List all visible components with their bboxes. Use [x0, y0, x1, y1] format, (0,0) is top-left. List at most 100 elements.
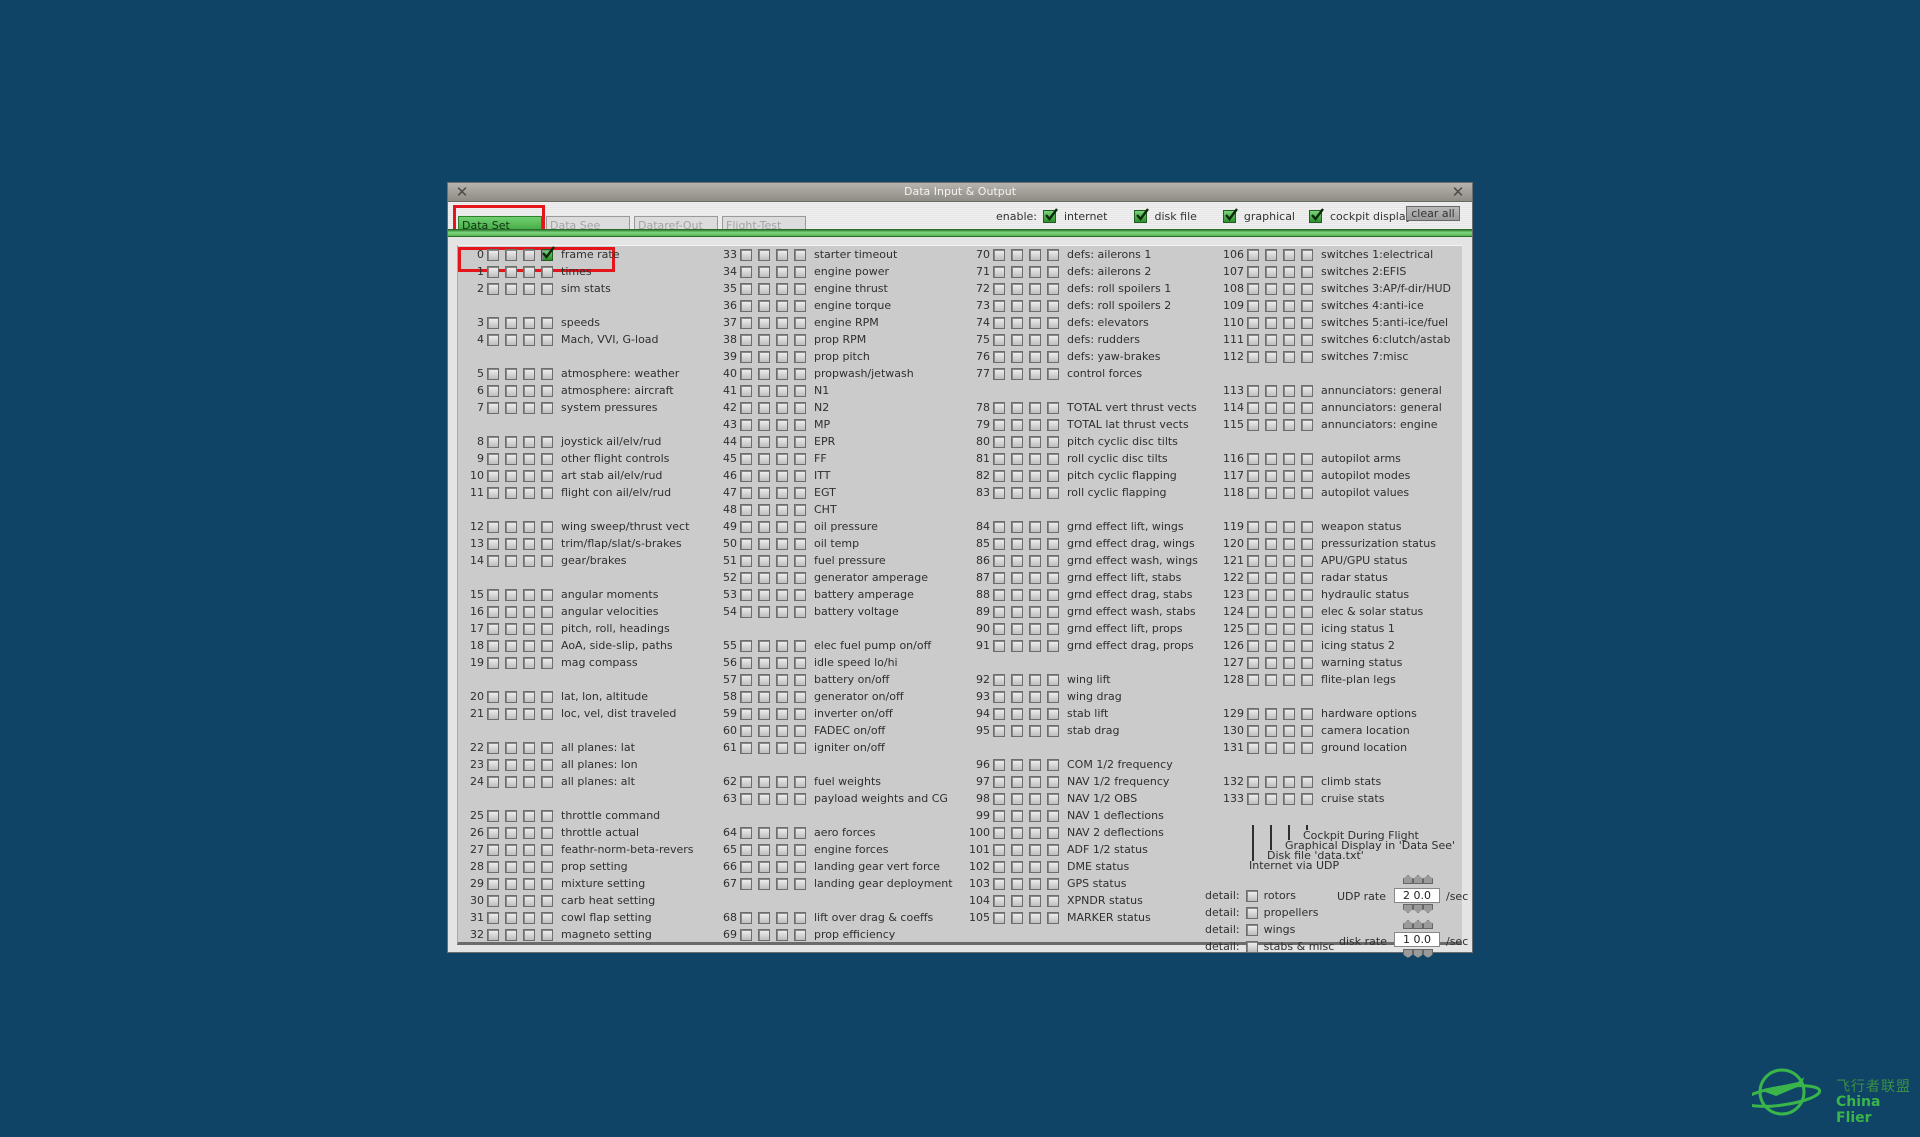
internet-udp-checkbox[interactable] [993, 452, 1005, 465]
internet-udp-checkbox[interactable] [1247, 333, 1259, 346]
disk-file-checkbox[interactable] [1265, 452, 1277, 465]
cockpit-checkbox[interactable] [541, 316, 553, 329]
disk-file-checkbox[interactable] [1265, 282, 1277, 295]
graphical-checkbox[interactable] [1283, 741, 1295, 754]
internet-udp-checkbox[interactable] [487, 928, 499, 941]
cockpit-checkbox[interactable] [1047, 894, 1059, 907]
cockpit-checkbox[interactable] [1301, 554, 1313, 567]
internet-udp-checkbox[interactable] [993, 571, 1005, 584]
graphical-checkbox[interactable] [776, 707, 788, 720]
internet-udp-checkbox[interactable] [487, 265, 499, 278]
graphical-checkbox[interactable] [1029, 673, 1041, 686]
internet-udp-checkbox[interactable] [487, 469, 499, 482]
graphical-checkbox[interactable] [523, 758, 535, 771]
disk-file-checkbox[interactable] [1011, 673, 1023, 686]
cockpit-checkbox[interactable] [794, 333, 806, 346]
disk-file-checkbox[interactable] [1011, 282, 1023, 295]
disk-file-checkbox[interactable] [1265, 554, 1277, 567]
internet-udp-checkbox[interactable] [993, 622, 1005, 635]
graphical-checkbox[interactable] [1029, 826, 1041, 839]
cockpit-checkbox[interactable] [1301, 588, 1313, 601]
cockpit-checkbox[interactable] [794, 452, 806, 465]
internet-udp-checkbox[interactable] [993, 367, 1005, 380]
disk-file-checkbox[interactable] [1011, 452, 1023, 465]
internet-udp-checkbox[interactable] [993, 894, 1005, 907]
internet-udp-checkbox[interactable] [487, 282, 499, 295]
title-bar[interactable]: ✕ Data Input & Output ✕ [448, 183, 1472, 202]
internet-udp-checkbox[interactable] [740, 520, 752, 533]
graphical-checkbox[interactable] [776, 367, 788, 380]
disk-file-checkbox[interactable] [1265, 265, 1277, 278]
graphical-checkbox[interactable] [1029, 911, 1041, 924]
disk-file-checkbox[interactable] [758, 554, 770, 567]
graphical-checkbox[interactable] [776, 333, 788, 346]
graphical-checkbox[interactable] [1029, 248, 1041, 261]
internet-udp-checkbox[interactable] [487, 554, 499, 567]
internet-udp-checkbox[interactable] [487, 775, 499, 788]
graphical-checkbox[interactable] [1283, 554, 1295, 567]
disk-file-checkbox[interactable] [1011, 367, 1023, 380]
graphical-checkbox[interactable] [1283, 520, 1295, 533]
disk-file-checkbox[interactable] [1265, 639, 1277, 652]
disk-file-checkbox[interactable] [1011, 554, 1023, 567]
graphical-checkbox[interactable] [1283, 418, 1295, 431]
disk-file-checkbox[interactable] [505, 758, 517, 771]
internet-udp-checkbox[interactable] [740, 673, 752, 686]
internet-udp-checkbox[interactable] [993, 809, 1005, 822]
disk-file-checkbox[interactable] [1265, 486, 1277, 499]
internet-udp-checkbox[interactable] [487, 809, 499, 822]
graphical-checkbox[interactable] [776, 248, 788, 261]
cockpit-checkbox[interactable] [1047, 707, 1059, 720]
internet-udp-checkbox[interactable] [740, 384, 752, 397]
graphical-checkbox[interactable] [523, 775, 535, 788]
internet-udp-checkbox[interactable] [740, 299, 752, 312]
graphical-checkbox[interactable] [523, 928, 535, 941]
graphical-checkbox[interactable] [776, 486, 788, 499]
udp-rate-input[interactable]: 2 0.0 [1394, 888, 1440, 903]
disk-file-checkbox[interactable] [758, 639, 770, 652]
disk-file-checkbox[interactable] [1011, 826, 1023, 839]
cockpit-checkbox[interactable] [541, 639, 553, 652]
disk-file-checkbox[interactable] [1011, 333, 1023, 346]
cockpit-checkbox[interactable] [794, 605, 806, 618]
cockpit-checkbox[interactable] [1047, 520, 1059, 533]
graphical-checkbox[interactable] [776, 877, 788, 890]
graphical-checkbox[interactable] [1029, 418, 1041, 431]
cockpit-checkbox[interactable] [1047, 452, 1059, 465]
disk-file-checkbox[interactable] [1011, 299, 1023, 312]
graphical-checkbox[interactable] [776, 588, 788, 601]
cockpit-checkbox[interactable] [1301, 571, 1313, 584]
cockpit-checkbox[interactable] [1301, 333, 1313, 346]
disk-file-checkbox[interactable] [1011, 724, 1023, 737]
cockpit-checkbox[interactable] [794, 588, 806, 601]
graphical-checkbox[interactable] [776, 316, 788, 329]
internet-udp-checkbox[interactable] [740, 571, 752, 584]
disk-file-checkbox[interactable] [758, 367, 770, 380]
graphical-checkbox[interactable] [1029, 571, 1041, 584]
disk-file-checkbox[interactable] [1011, 707, 1023, 720]
cockpit-checkbox[interactable] [1301, 316, 1313, 329]
cockpit-checkbox[interactable] [1301, 248, 1313, 261]
disk-file-checkbox[interactable] [1011, 792, 1023, 805]
disk-file-checkbox[interactable] [505, 894, 517, 907]
disk-file-checkbox[interactable] [1011, 894, 1023, 907]
graphical-checkbox[interactable] [523, 588, 535, 601]
disk-file-checkbox[interactable] [1011, 401, 1023, 414]
internet-udp-checkbox[interactable] [993, 537, 1005, 550]
graphical-checkbox[interactable] [523, 367, 535, 380]
internet-udp-checkbox[interactable] [993, 435, 1005, 448]
cockpit-checkbox[interactable] [1047, 435, 1059, 448]
internet-udp-checkbox[interactable] [1247, 775, 1259, 788]
internet-udp-checkbox[interactable] [993, 333, 1005, 346]
cockpit-checkbox[interactable] [794, 792, 806, 805]
graphical-checkbox[interactable] [776, 656, 788, 669]
disk-file-checkbox[interactable] [1011, 690, 1023, 703]
cockpit-checkbox[interactable] [1047, 639, 1059, 652]
cockpit-checkbox[interactable] [1047, 554, 1059, 567]
graphical-checkbox[interactable] [776, 469, 788, 482]
graphical-checkbox[interactable] [776, 775, 788, 788]
cockpit-checkbox[interactable] [794, 826, 806, 839]
cockpit-checkbox[interactable] [794, 860, 806, 873]
cockpit-checkbox[interactable] [541, 537, 553, 550]
cockpit-checkbox[interactable] [1301, 775, 1313, 788]
